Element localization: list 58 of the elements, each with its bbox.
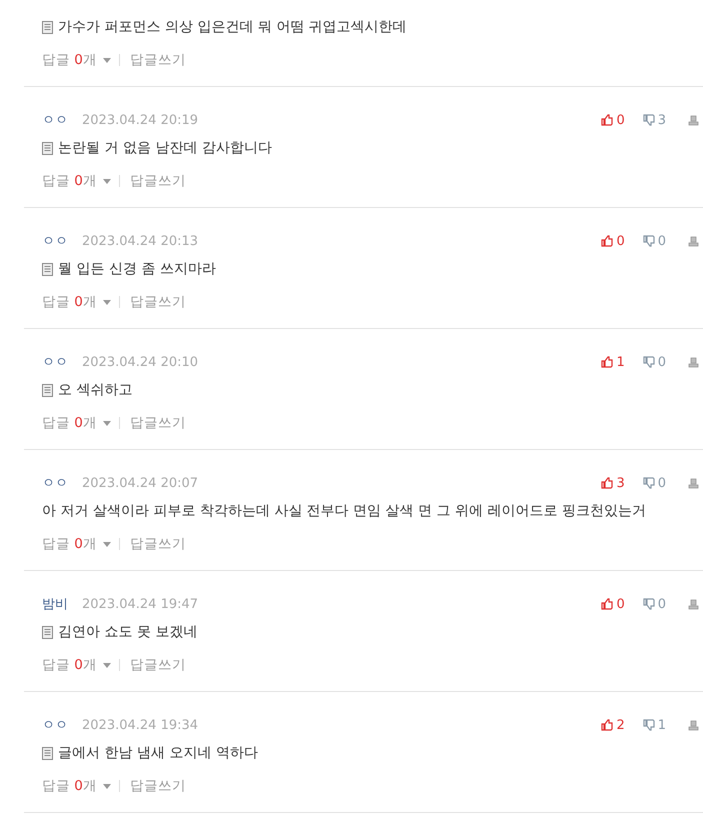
write-reply-link[interactable]: 답글쓰기 bbox=[130, 414, 186, 432]
caret-icon bbox=[102, 420, 111, 426]
comment-text: 오 섹쉬하고 bbox=[58, 381, 132, 399]
write-reply-link[interactable]: 답글쓰기 bbox=[130, 172, 186, 190]
replies-toggle[interactable]: 답글 0개 bbox=[42, 414, 111, 432]
like-button[interactable]: 0 bbox=[601, 112, 625, 128]
dislike-button[interactable]: 0 bbox=[642, 476, 666, 490]
like-button[interactable]: 2 bbox=[601, 718, 625, 732]
replies-toggle[interactable]: 답글 0개 bbox=[42, 656, 111, 674]
write-reply-link[interactable]: 답글쓰기 bbox=[130, 51, 186, 69]
author-name[interactable]: ㅇㅇ bbox=[42, 716, 68, 734]
comment-text: 김연아 쇼도 못 보겠네 bbox=[58, 623, 198, 641]
author-name[interactable]: 밤비 bbox=[42, 595, 68, 613]
comment-date: 2023.04.24 20:13 bbox=[82, 234, 198, 248]
comment-text: 아 저거 살색이라 피부로 착각하는데 사실 전부다 면임 살색 면 그 위에 레이어드로 핑크천있는거 bbox=[42, 502, 646, 520]
caret-icon bbox=[102, 58, 111, 62]
comment-text: 가수가 퍼포먼스 의상 입은건데 뭐 어떰 귀엽고섹시한데 bbox=[58, 18, 407, 36]
like-button[interactable]: 0 bbox=[601, 596, 625, 612]
author-name[interactable]: ㅇㅇ bbox=[42, 111, 68, 129]
dislike-button[interactable]: 1 bbox=[642, 718, 666, 732]
caret-icon bbox=[102, 542, 111, 546]
write-reply-link[interactable]: 답글쓰기 bbox=[130, 777, 186, 795]
dislike-button[interactable]: 0 bbox=[642, 596, 666, 612]
caret-icon bbox=[102, 662, 111, 668]
report-icon[interactable] bbox=[688, 236, 699, 246]
like-button[interactable]: 3 bbox=[601, 476, 625, 490]
author-name[interactable]: ㅇㅇ bbox=[42, 474, 68, 492]
write-reply-link[interactable]: 답글쓰기 bbox=[130, 293, 186, 311]
replies-toggle[interactable]: 답글 0개 bbox=[42, 777, 111, 795]
report-icon[interactable] bbox=[688, 720, 699, 730]
author-name[interactable]: ㅇㅇ bbox=[42, 232, 68, 250]
report-icon[interactable] bbox=[688, 598, 699, 610]
dislike-button[interactable]: 0 bbox=[642, 354, 666, 370]
comment-date: 2023.04.24 19:34 bbox=[82, 718, 198, 732]
report-icon[interactable] bbox=[688, 478, 699, 488]
replies-toggle[interactable]: 답글 0개 bbox=[42, 293, 111, 311]
like-button[interactable]: 0 bbox=[601, 234, 625, 248]
report-icon[interactable] bbox=[688, 356, 699, 368]
replies-toggle[interactable]: 답글 0개 bbox=[42, 172, 111, 190]
dislike-button[interactable]: 0 bbox=[642, 234, 666, 248]
replies-toggle[interactable]: 답글 0개 bbox=[42, 51, 111, 69]
caret-icon bbox=[102, 784, 111, 788]
comment-date: 2023.04.24 20:10 bbox=[82, 354, 198, 370]
report-icon[interactable] bbox=[688, 114, 699, 126]
author-name[interactable]: ㅇㅇ bbox=[42, 353, 68, 371]
comment-date: 2023.04.24 20:07 bbox=[82, 476, 198, 490]
caret-icon bbox=[102, 300, 111, 304]
write-reply-link[interactable]: 답글쓰기 bbox=[130, 656, 186, 674]
comment-text: 논란될 거 없음 남잔데 감사합니다 bbox=[58, 139, 272, 157]
comment-text: 글에서 한남 냄새 오지네 역하다 bbox=[58, 744, 258, 762]
comment-date: 2023.04.24 19:47 bbox=[82, 596, 198, 612]
write-reply-link[interactable]: 답글쓰기 bbox=[130, 535, 186, 553]
like-button[interactable]: 1 bbox=[601, 354, 625, 370]
dislike-button[interactable]: 3 bbox=[642, 112, 666, 128]
comment-date: 2023.04.24 20:19 bbox=[82, 112, 198, 128]
caret-icon bbox=[102, 178, 111, 184]
comment-text: 뭘 입든 신경 좀 쓰지마라 bbox=[58, 260, 216, 278]
replies-toggle[interactable]: 답글 0개 bbox=[42, 535, 111, 553]
